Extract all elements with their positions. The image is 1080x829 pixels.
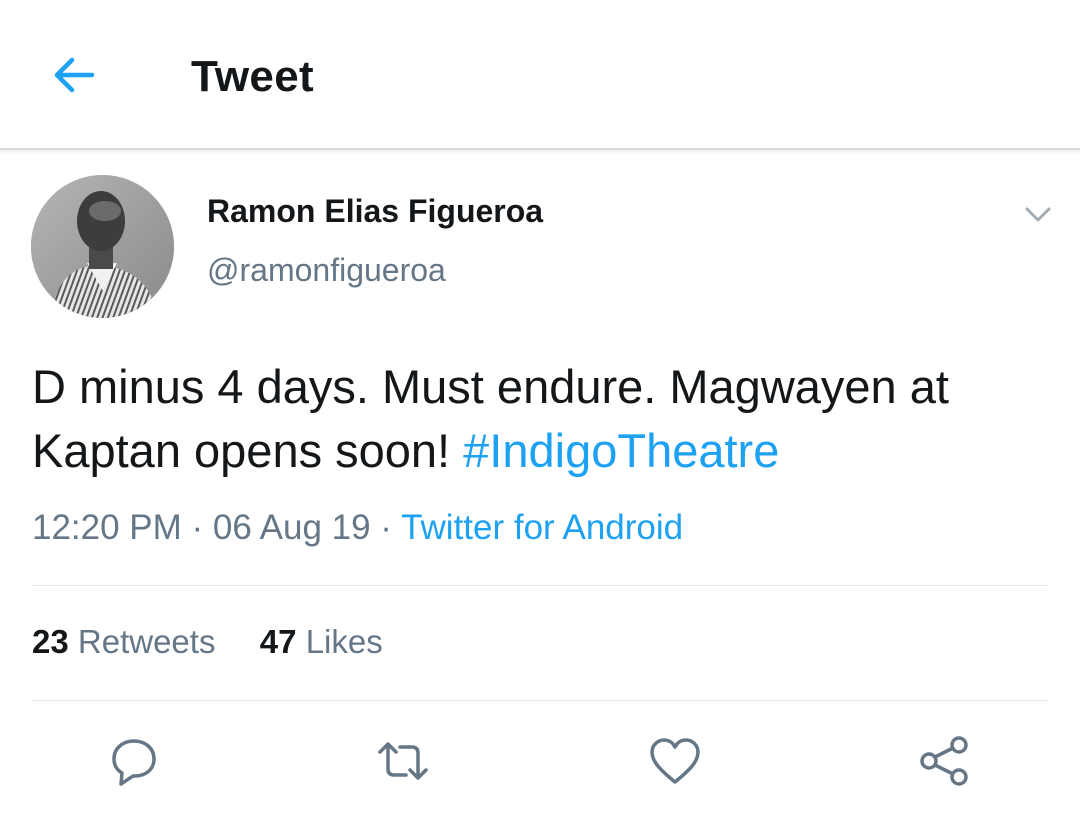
tweet-time: 12:20 PM: [32, 508, 182, 547]
page-title: Tweet: [191, 52, 314, 101]
tweet-source-link[interactable]: Twitter for Android: [401, 508, 683, 547]
arrow-left-icon[interactable]: [48, 50, 98, 100]
meta-separator: ·: [181, 508, 213, 547]
top-bar: Tweet: [0, 0, 1080, 150]
likes-label: Likes: [305, 623, 383, 660]
tweet-date: 06 Aug 19: [212, 508, 371, 547]
likes-stat[interactable]: 47 Likes: [260, 623, 383, 660]
divider: [32, 700, 1048, 701]
share-icon[interactable]: [917, 733, 973, 789]
chevron-down-icon[interactable]: [1021, 199, 1055, 229]
reply-icon[interactable]: [106, 733, 162, 789]
profile-photo: [31, 175, 174, 318]
retweet-icon[interactable]: [375, 733, 431, 789]
tweet-meta: 12:20 PM · 06 Aug 19 · Twitter for Andro…: [32, 508, 683, 548]
retweets-count: 23: [32, 623, 69, 660]
retweets-label: Retweets: [77, 623, 216, 660]
retweets-stat[interactable]: 23 Retweets: [32, 623, 215, 660]
author-handle[interactable]: @ramonfigueroa: [207, 252, 446, 289]
hashtag-link[interactable]: #IndigoTheatre: [463, 424, 779, 477]
tweet-stats: 23 Retweets 47 Likes: [32, 623, 383, 661]
meta-separator: ·: [370, 508, 402, 547]
divider: [32, 585, 1048, 586]
tweet-text: D minus 4 days. Must endure. Magwayen at…: [32, 355, 1062, 483]
likes-count: 47: [259, 623, 297, 660]
like-icon[interactable]: [647, 733, 703, 789]
author-display-name[interactable]: Ramon Elias Figueroa: [207, 193, 543, 230]
avatar[interactable]: [31, 175, 174, 318]
